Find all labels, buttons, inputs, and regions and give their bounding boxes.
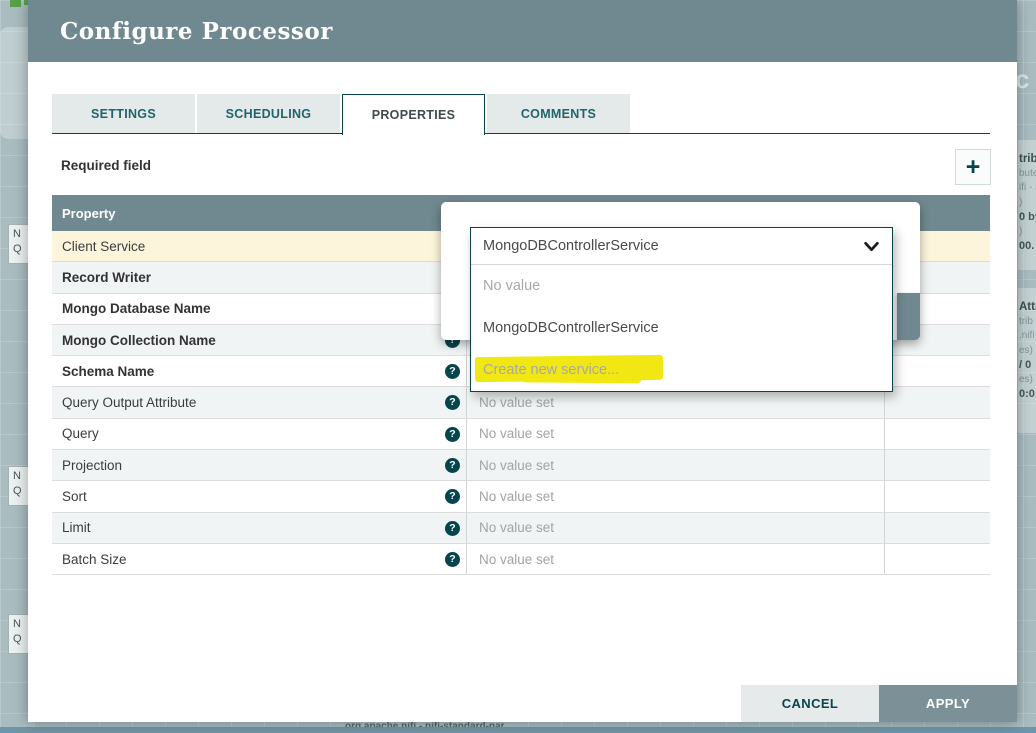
combo-option-label: No value — [483, 278, 540, 294]
processor-text-fragment: tribbuteifi - n)0 by)00. — [1019, 152, 1036, 254]
property-name: Client Service — [62, 239, 145, 254]
dialog-tabs: SETTINGSSCHEDULINGPROPERTIESCOMMENTS — [52, 94, 990, 134]
tab-scheduling[interactable]: SCHEDULING — [197, 94, 340, 133]
selected-processor-edge — [0, 727, 1036, 733]
property-name-cell: Client Service? — [52, 231, 466, 261]
property-extra-cell — [885, 387, 990, 417]
editor-ok-button[interactable] — [897, 293, 920, 340]
property-extra-cell — [885, 513, 990, 543]
combo-option[interactable]: Create new service... — [471, 349, 892, 391]
property-extra-cell — [885, 544, 990, 574]
property-value-cell[interactable]: No value set — [466, 450, 885, 480]
dialog-header: Configure Processor — [28, 0, 1017, 62]
property-name-cell: Mongo Collection Name? — [52, 325, 466, 355]
property-row[interactable]: Query Output Attribute?No value set — [52, 387, 990, 418]
client-service-combo: MongoDBControllerService No value MongoDB… — [470, 227, 893, 392]
property-name: Record Writer — [62, 270, 151, 285]
cancel-button[interactable]: CANCEL — [741, 685, 879, 722]
property-name-cell: Query Output Attribute? — [52, 387, 466, 417]
combo-selected-label: MongoDBControllerService — [483, 238, 659, 254]
combo-option-label: Create new service... — [483, 362, 619, 378]
property-name-cell: Mongo Database Name? — [52, 294, 466, 324]
property-row[interactable]: Query?No value set — [52, 419, 990, 450]
property-extra-cell — [885, 450, 990, 480]
property-name-cell: Limit? — [52, 513, 466, 543]
property-value-cell[interactable]: No value set — [466, 387, 885, 417]
processor-stats-fragment: NQ — [8, 224, 29, 264]
processor-stats-fragment: NQ — [8, 466, 29, 506]
property-name: Query Output Attribute — [62, 395, 196, 410]
required-field-label: Required field — [61, 158, 151, 173]
property-value-cell[interactable]: No value set — [466, 544, 885, 574]
tab-settings[interactable]: SETTINGS — [52, 94, 195, 133]
processor-text-fragment: Attrtrib.nifies)/ 0es)0:0 — [1019, 300, 1036, 402]
property-name-cell: Record Writer? — [52, 262, 466, 292]
combo-option[interactable]: MongoDBControllerService — [471, 307, 892, 349]
property-name-cell: Projection? — [52, 450, 466, 480]
combo-selected-value[interactable]: MongoDBControllerService — [471, 228, 892, 265]
refresh-icon: c — [1015, 64, 1029, 95]
property-name: Limit — [62, 520, 91, 535]
help-icon[interactable]: ? — [445, 521, 460, 536]
property-name: Mongo Collection Name — [62, 333, 216, 348]
property-name-cell: Query? — [52, 419, 466, 449]
property-name: Mongo Database Name — [62, 301, 211, 316]
combo-options-list: No value MongoDBControllerService Create n… — [471, 265, 892, 391]
property-extra-cell — [885, 419, 990, 449]
apply-button[interactable]: APPLY — [879, 685, 1017, 722]
help-icon[interactable]: ? — [445, 489, 460, 504]
combo-option[interactable]: No value — [471, 265, 892, 307]
property-value-cell[interactable]: No value set — [466, 481, 885, 511]
property-value-cell[interactable]: No value set — [466, 419, 885, 449]
tab-comments[interactable]: COMMENTS — [487, 94, 630, 133]
combo-option-label: MongoDBControllerService — [483, 320, 659, 336]
property-name: Sort — [62, 489, 87, 504]
property-row[interactable]: Projection?No value set — [52, 450, 990, 481]
help-icon[interactable]: ? — [445, 364, 460, 379]
property-extra-cell — [885, 356, 990, 386]
help-icon[interactable]: ? — [445, 427, 460, 442]
help-icon[interactable]: ? — [445, 395, 460, 410]
add-property-button[interactable]: + — [955, 149, 991, 185]
property-name: Projection — [62, 458, 122, 473]
property-extra-cell — [885, 481, 990, 511]
property-name: Schema Name — [62, 364, 154, 379]
property-name-cell: Sort? — [52, 481, 466, 511]
property-name-cell: Schema Name? — [52, 356, 466, 386]
toolbar-green-icon — [10, 0, 21, 7]
property-name: Batch Size — [62, 552, 127, 567]
property-row[interactable]: Sort?No value set — [52, 481, 990, 512]
property-value-cell[interactable]: No value set — [466, 513, 885, 543]
chevron-down-icon — [863, 238, 880, 255]
help-icon[interactable]: ? — [445, 552, 460, 567]
dialog-title: Configure Processor — [60, 18, 333, 45]
property-row[interactable]: Limit?No value set — [52, 513, 990, 544]
property-name: Query — [62, 426, 99, 441]
processor-stats-fragment: NQ — [8, 614, 29, 654]
property-row[interactable]: Batch Size?No value set — [52, 544, 990, 575]
configure-processor-dialog: Configure Processor SETTINGSSCHEDULINGPR… — [28, 0, 1017, 722]
tab-properties[interactable]: PROPERTIES — [342, 94, 485, 135]
help-icon[interactable]: ? — [445, 458, 460, 473]
property-name-cell: Batch Size? — [52, 544, 466, 574]
